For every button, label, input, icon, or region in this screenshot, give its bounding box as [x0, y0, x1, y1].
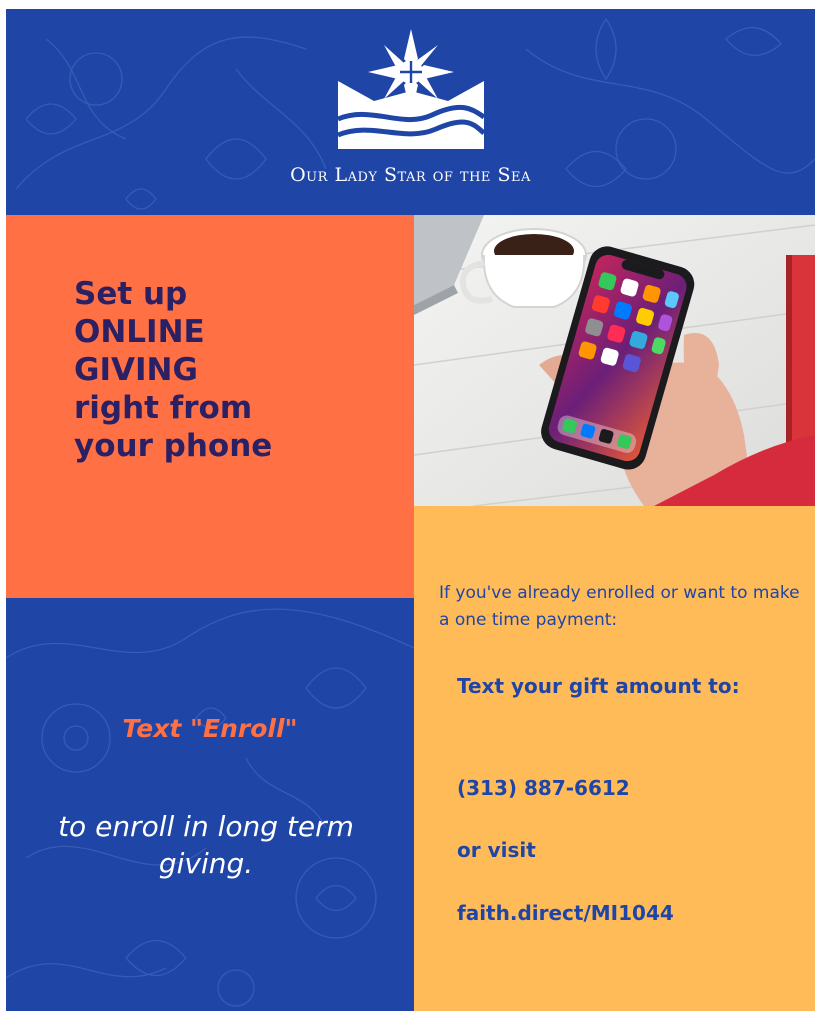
headline-line: Set up — [74, 276, 188, 312]
header-banner: Our Lady Star of the Sea — [6, 9, 815, 215]
text-gift-instruction: Text your gift amount to: — [457, 674, 740, 698]
enroll-panel — [6, 598, 414, 1011]
enroll-keyword: Text "Enroll" — [122, 714, 298, 743]
already-enrolled-text: If you've already enrolled or want to ma… — [439, 583, 800, 630]
phone-photo — [414, 215, 815, 506]
headline: Set up ONLINE GIVING right from your pho… — [74, 275, 404, 465]
enroll-description: to enroll in long term giving. — [58, 810, 354, 880]
headline-line: ONLINE — [74, 314, 205, 350]
headline-line: GIVING — [74, 352, 198, 388]
or-visit-text: or visit — [457, 838, 536, 862]
headline-line: right from — [74, 390, 253, 426]
phone-number: (313) 887-6612 — [457, 776, 630, 800]
church-name: Our Lady Star of the Sea — [290, 164, 531, 186]
floral-pattern — [6, 608, 414, 1007]
star-wave-logo-icon — [337, 29, 486, 149]
phone-photo-art — [414, 215, 815, 506]
giving-url-link[interactable]: faith.direct/MI1044 — [457, 900, 674, 926]
headline-line: your phone — [74, 428, 273, 464]
